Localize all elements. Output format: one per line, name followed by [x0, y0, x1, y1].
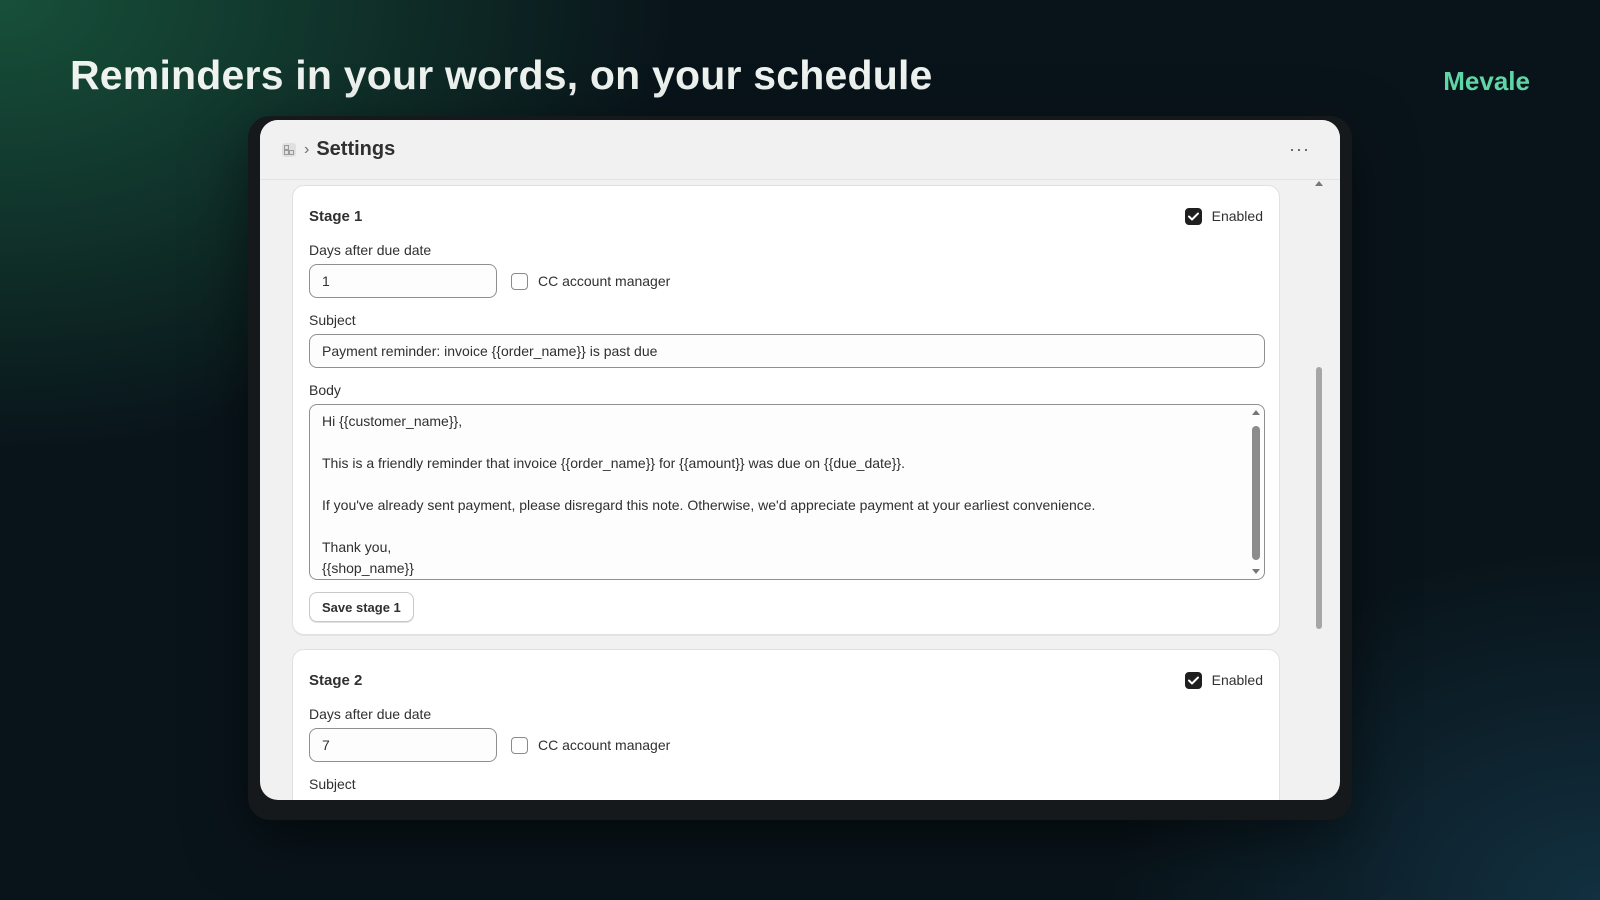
enabled-label: Enabled	[1211, 672, 1263, 688]
body-label: Body	[309, 382, 341, 398]
checkmark-icon	[1187, 212, 1199, 220]
scroll-up-arrow-icon[interactable]	[1315, 181, 1323, 186]
hero-headline: Reminders in your words, on your schedul…	[70, 52, 933, 98]
app-window: › Settings ··· Stage 1 Enabled Days afte…	[260, 120, 1340, 800]
enabled-toggle[interactable]: Enabled	[1184, 671, 1263, 689]
days-after-due-input[interactable]: 1	[309, 264, 497, 298]
scrollbar-thumb[interactable]	[1316, 367, 1322, 629]
days-label: Days after due date	[309, 706, 432, 722]
cc-account-manager-toggle[interactable]: CC account manager	[511, 272, 671, 290]
cc-label: CC account manager	[538, 737, 671, 753]
subject-input[interactable]: Payment reminder: invoice {{order_name}}…	[309, 334, 1265, 368]
brand-logo-text: Mevale	[1443, 66, 1530, 96]
body-line: Hi {{customer_name}},	[322, 413, 463, 429]
body-line: Thank you,	[322, 539, 392, 555]
save-stage-1-button[interactable]: Save stage 1	[309, 592, 414, 622]
body-line: If you've already sent payment, please d…	[322, 497, 1096, 513]
days-row: 1 CC account manager	[309, 264, 1263, 298]
cc-checkbox[interactable]	[511, 736, 528, 754]
body-line: This is a friendly reminder that invoice…	[322, 455, 905, 471]
title-bar: › Settings ···	[260, 120, 1340, 180]
days-after-due-input[interactable]: 7	[309, 728, 497, 762]
subject-label: Subject	[309, 776, 356, 792]
stage-card-1: Stage 1 Enabled Days after due date 1 CC…	[292, 185, 1280, 635]
settings-content[interactable]: Stage 1 Enabled Days after due date 1 CC…	[260, 181, 1340, 800]
subject-label: Subject	[309, 312, 356, 328]
body-line	[322, 474, 1234, 495]
enabled-checkbox[interactable]	[1184, 207, 1202, 225]
enabled-label: Enabled	[1211, 208, 1263, 224]
stage-header: Stage 1 Enabled	[309, 204, 1263, 228]
app-icon	[282, 142, 296, 157]
page-title: Settings	[316, 138, 396, 160]
enabled-toggle[interactable]: Enabled	[1184, 207, 1263, 225]
body-textarea[interactable]: Hi {{customer_name}}, This is a friendly…	[309, 404, 1265, 580]
stage-title: Stage 2	[309, 671, 363, 689]
enabled-checkbox[interactable]	[1184, 671, 1202, 689]
body-line	[322, 432, 1234, 453]
scroll-down-arrow-icon[interactable]	[1252, 569, 1260, 574]
days-row: 7 CC account manager	[309, 728, 1263, 762]
more-actions-button[interactable]: ···	[1283, 137, 1316, 162]
stage-header: Stage 2 Enabled	[309, 668, 1263, 692]
body-line	[322, 516, 1234, 537]
checkmark-icon	[1187, 676, 1199, 684]
cc-label: CC account manager	[538, 273, 671, 289]
body-scrollbar[interactable]	[1251, 408, 1261, 576]
scrollbar-thumb[interactable]	[1252, 426, 1260, 560]
days-label: Days after due date	[309, 242, 432, 258]
scroll-up-arrow-icon[interactable]	[1252, 410, 1260, 415]
cc-checkbox[interactable]	[511, 272, 528, 290]
page-scrollbar[interactable]	[1314, 181, 1324, 800]
body-line: {{shop_name}}	[322, 560, 414, 576]
stage-title: Stage 1	[309, 207, 363, 225]
breadcrumb-chevron-icon: ›	[304, 140, 310, 158]
stage-card-2: Stage 2 Enabled Days after due date 7 CC…	[292, 649, 1280, 800]
cc-account-manager-toggle[interactable]: CC account manager	[511, 736, 671, 754]
